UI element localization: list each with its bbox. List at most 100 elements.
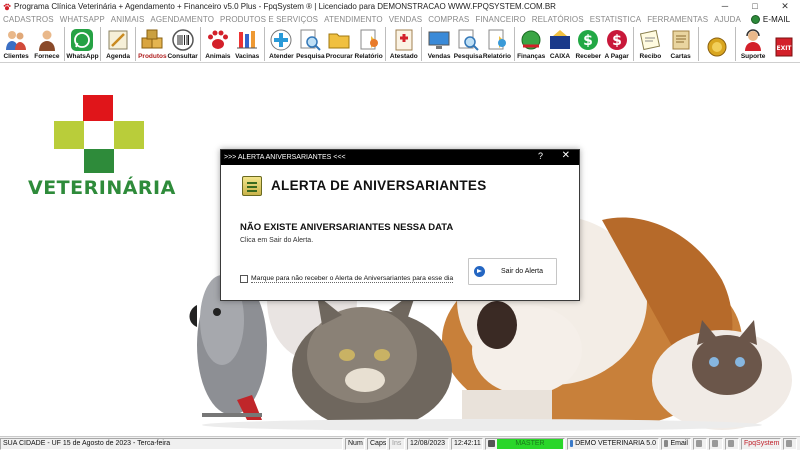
menu-financeiro[interactable]: FINANCEIRO	[472, 15, 528, 24]
toolbar-produtos-button[interactable]: Produtos	[138, 24, 167, 62]
logo-cross-left	[54, 121, 84, 149]
people-icon	[6, 31, 27, 50]
toolbar-pesquisa-vendas-label: Pesquisa	[453, 53, 483, 60]
status-date-text: 12/08/2023	[410, 440, 446, 447]
veterinaria-logo: VETERINÁRIA	[28, 93, 175, 203]
vaccine-icon	[237, 31, 258, 49]
barcode-icon	[171, 29, 194, 51]
status-ins: Ins	[389, 437, 405, 450]
menu-whatsapp[interactable]: WHATSAPP	[57, 15, 108, 24]
toolbar-apagar-label: A Pagar	[604, 53, 629, 60]
toolbar-fornece-button[interactable]: Fornece	[32, 24, 61, 62]
status-brand[interactable]: FpqSystem	[741, 437, 781, 450]
toolbar-pesquisa-button[interactable]: Pesquisa	[296, 24, 325, 62]
menu-email-label: E-MAIL	[762, 14, 791, 24]
logo-cross-top	[83, 95, 113, 121]
menu-compras[interactable]: COMPRAS	[425, 15, 472, 24]
toolbar-produtos-label: Produtos	[138, 53, 167, 60]
status-icon-2[interactable]	[709, 437, 723, 450]
toolbar-relatorio-vendas-button[interactable]: Relatório	[482, 24, 511, 62]
exit-alert-button[interactable]: Sair do Alerta	[468, 258, 557, 285]
status-icon-1[interactable]	[693, 437, 707, 450]
menu-relatorios[interactable]: RELATÓRIOS	[529, 15, 587, 24]
skip-alert-checkbox[interactable]: Marque para não receber o Alerta de Aniv…	[240, 275, 454, 283]
toolbar-recibo-button[interactable]: Recibo	[636, 24, 665, 62]
menu-estatistica[interactable]: ESTATISTICA	[587, 15, 644, 24]
status-ins-text: Ins	[392, 440, 402, 447]
toolbar-atender-button[interactable]: Atender	[267, 24, 296, 62]
toolbar-procurar-button[interactable]: Procurar	[325, 24, 354, 62]
menu-ajuda[interactable]: AJUDA	[711, 15, 744, 24]
status-date: 12/08/2023	[407, 437, 449, 450]
window-title: Programa Clínica Veterinária + Agendamen…	[14, 2, 556, 11]
toolbar-atestado-button[interactable]: Atestado	[388, 24, 419, 62]
minimize-button[interactable]: ─	[710, 0, 740, 13]
menu-ferramentas[interactable]: FERRAMENTAS	[644, 15, 711, 24]
dialog-hint: Clica em Sair do Alerta.	[240, 237, 314, 244]
skip-alert-checkbox-label: Marque para não receber o Alerta de Aniv…	[251, 275, 454, 283]
toolbar-coins-button[interactable]	[701, 24, 732, 62]
globe-icon	[750, 14, 760, 24]
toolbar-financas-button[interactable]: Finanças	[517, 24, 546, 62]
window-titlebar: Programa Clínica Veterinária + Agendamen…	[0, 0, 800, 13]
status-num-text: Num	[348, 440, 363, 447]
support-agent-icon	[745, 29, 762, 51]
toolbar-suporte-button[interactable]: Suporte	[737, 24, 768, 62]
help-button[interactable]: ?	[538, 151, 543, 161]
dollar-pay-icon: $	[606, 30, 627, 50]
toolbar-cartas-button[interactable]: Cartas	[665, 24, 696, 62]
toolbar-animais-button[interactable]: Animais	[203, 24, 232, 62]
checkbox-box[interactable]	[240, 275, 248, 283]
boxes-icon	[141, 29, 163, 49]
toolbar-whatsapp-button[interactable]: WhatsApp	[66, 24, 99, 62]
close-window-button[interactable]: ✕	[770, 0, 800, 13]
status-icon-4[interactable]	[783, 437, 797, 450]
toolbar-fornece-label: Fornece	[34, 53, 60, 60]
toolbar-caixa-label: CAIXA	[549, 53, 571, 60]
menu-produtos-servicos[interactable]: PRODUTOS E SERVIÇOS	[217, 15, 321, 24]
maximize-button[interactable]: □	[740, 0, 770, 13]
toolbar-consultar-button[interactable]: Consultar	[167, 24, 198, 62]
status-brand-text: FpqSystem	[744, 440, 780, 447]
toolbar-clientes-button[interactable]: Clientes	[0, 24, 32, 62]
toolbar-agenda-button[interactable]: Agenda	[103, 24, 132, 62]
toolbar-relatorio-button[interactable]: Relatório	[354, 24, 383, 62]
toolbar-vendas-button[interactable]: Vendas	[424, 24, 453, 62]
menu-cadastros[interactable]: CADASTROS	[0, 15, 57, 24]
toolbar-caixa-button[interactable]: CAIXA	[546, 24, 574, 62]
toolbar-whatsapp-label: WhatsApp	[66, 53, 99, 60]
logo-cross-bottom	[84, 149, 114, 173]
toolbar-vacinas-button[interactable]: Vacinas	[233, 24, 262, 62]
money-icon	[521, 30, 541, 50]
menu-atendimento[interactable]: ATENDIMENTO	[321, 15, 386, 24]
toolbar-recibo-label: Recibo	[639, 53, 662, 60]
arrow-right-icon	[474, 266, 485, 277]
toolbar-procurar-label: Procurar	[325, 53, 353, 60]
status-caps-text: Caps	[370, 440, 387, 447]
toolbar-vacinas-label: Vacinas	[235, 53, 260, 60]
menu-agendamento[interactable]: AGENDAMENTO	[147, 15, 217, 24]
dialog-close-button[interactable]: ✕	[562, 150, 570, 161]
menu-animais[interactable]: ANIMAIS	[108, 15, 148, 24]
toolbar-pesquisa-vendas-button[interactable]: Pesquisa	[453, 24, 483, 62]
certificate-icon	[395, 29, 413, 51]
toolbar-receber-button[interactable]: $ Receber	[574, 24, 602, 62]
dialog-titlebar: >>> ALERTA ANIVERSARIANTES <<< ? ✕	[221, 150, 579, 165]
exit-alert-button-label: Sair do Alerta	[501, 268, 544, 275]
toolbar-apagar-button[interactable]: $ A Pagar	[602, 24, 630, 62]
toolbar-clientes-label: Clientes	[3, 53, 29, 60]
menu-vendas[interactable]: VENDAS	[386, 15, 426, 24]
toolbar-exit-button[interactable]: EXIT	[769, 24, 800, 62]
toolbar-relatorio-vendas-label: Relatório	[482, 53, 511, 60]
svg-text:EXIT: EXIT	[777, 45, 793, 52]
menu-email[interactable]: E-MAIL	[748, 14, 793, 24]
status-email[interactable]: Email	[661, 437, 691, 450]
toolbar-vendas-label: Vendas	[427, 53, 451, 60]
email-icon	[664, 440, 669, 447]
toolbar-separator	[698, 26, 700, 61]
status-company: DEMO VETERINARIA 5.0	[567, 437, 659, 450]
toolbar-separator	[63, 26, 65, 61]
user-icon	[488, 440, 495, 447]
status-icon-3[interactable]	[725, 437, 739, 450]
report-icon	[360, 29, 378, 50]
